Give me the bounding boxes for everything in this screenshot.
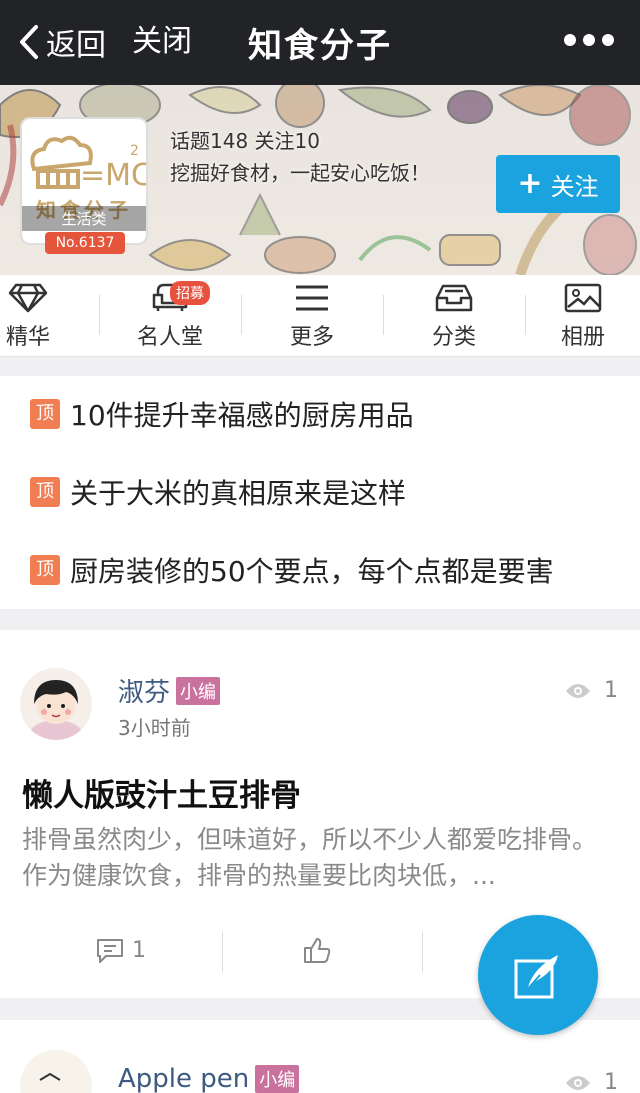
view-count: 1 [564,1070,618,1093]
group-description: 挖掘好食材，一起安心吃饭！ [170,161,430,185]
role-tag: 小编 [176,676,221,705]
pinned-topics: 顶 10件提升幸福感的厨房用品 顶 关于大米的真相原来是这样 顶 厨房装修的50… [0,376,640,609]
tab-label: 更多 [289,325,334,350]
group-banner: =MC 2 知食分子 生活类 No.6137 话题148 关注10 挖掘好食材，… [0,85,640,275]
avatar[interactable] [20,1050,92,1093]
avatar[interactable] [20,668,92,740]
post-author: 淑芬 小编 [118,672,221,709]
post-author: Apple pen 小编 [118,1064,300,1093]
pinned-title: 厨房装修的50个要点，每个点都是要害 [70,555,554,588]
tab-hall-of-fame[interactable]: 招募 名人堂 [100,275,240,357]
pinned-tag: 顶 [30,399,60,429]
page-title: 知食分子 [248,26,392,66]
recruit-badge: 招募 [170,281,210,305]
logo-mark: =MC [80,158,146,193]
pinned-item[interactable]: 顶 关于大米的真相原来是这样 [30,472,406,512]
pinned-title: 10件提升幸福感的厨房用品 [70,399,414,432]
comment-count: 1 [132,937,146,963]
tab-label: 分类 [431,325,476,350]
eye-icon [566,683,590,698]
group-stats: 话题148 关注10 [170,129,320,153]
view-count-value: 1 [604,1070,618,1093]
thumbs-up-icon [304,938,331,963]
tab-highlights[interactable]: 精华 [0,275,56,357]
tab-label: 名人堂 [136,325,203,350]
pinned-title: 关于大米的真相原来是这样 [70,477,407,510]
compose-button[interactable] [478,915,598,1035]
avatar-image-icon [20,1050,92,1093]
tab-categories[interactable]: 分类 [384,275,524,357]
author-name[interactable]: 淑芬 [118,672,170,709]
post-title[interactable]: 懒人版豉汁土豆排骨 [22,770,301,815]
cartoon-girl-avatar-icon [20,668,92,740]
group-rank-badge: No.6137 [45,232,125,254]
comment-button[interactable]: 1 [94,920,146,980]
pinned-tag: 顶 [30,555,60,585]
group-category: 生活类 [22,206,146,231]
view-count-value: 1 [604,678,618,703]
more-options-icon[interactable] [564,34,614,46]
inbox-icon [435,284,473,312]
group-logo[interactable]: =MC 2 知食分子 生活类 [20,117,148,245]
pinned-item[interactable]: 顶 10件提升幸福感的厨房用品 [30,394,414,434]
logo-superscript: 2 [130,143,139,159]
top-nav-bar: 返回 关闭 知食分子 [0,0,640,85]
role-tag: 小编 [255,1065,300,1093]
tab-album[interactable]: 相册 [526,275,640,357]
post-summary: 排骨虽然肉少，但味道好，所以不少人都爱吃排骨。作为健康饮食，排骨的热量要比肉块低… [22,825,598,890]
tab-label: 精华 [5,325,50,350]
diamond-icon [8,283,48,313]
post-time: 3小时前 [118,716,191,740]
menu-icon [296,285,328,311]
pinned-item[interactable]: 顶 厨房装修的50个要点，每个点都是要害 [30,550,554,590]
follow-button[interactable]: + 关注 [496,155,620,213]
photo-icon [564,283,602,313]
eye-icon [566,1075,590,1090]
group-tab-bar: 精华 招募 名人堂 更多 分类 相册 [0,275,640,357]
tab-label: 相册 [560,325,605,350]
plus-icon: + [517,166,543,201]
pinned-tag: 顶 [30,477,60,507]
view-count: 1 [564,678,618,703]
comment-icon [97,939,123,963]
tab-more[interactable]: 更多 [242,275,382,357]
follow-label: 关注 [550,172,599,201]
author-name[interactable]: Apple pen [118,1064,249,1093]
like-button[interactable] [302,920,332,980]
compose-feather-icon [514,955,558,999]
